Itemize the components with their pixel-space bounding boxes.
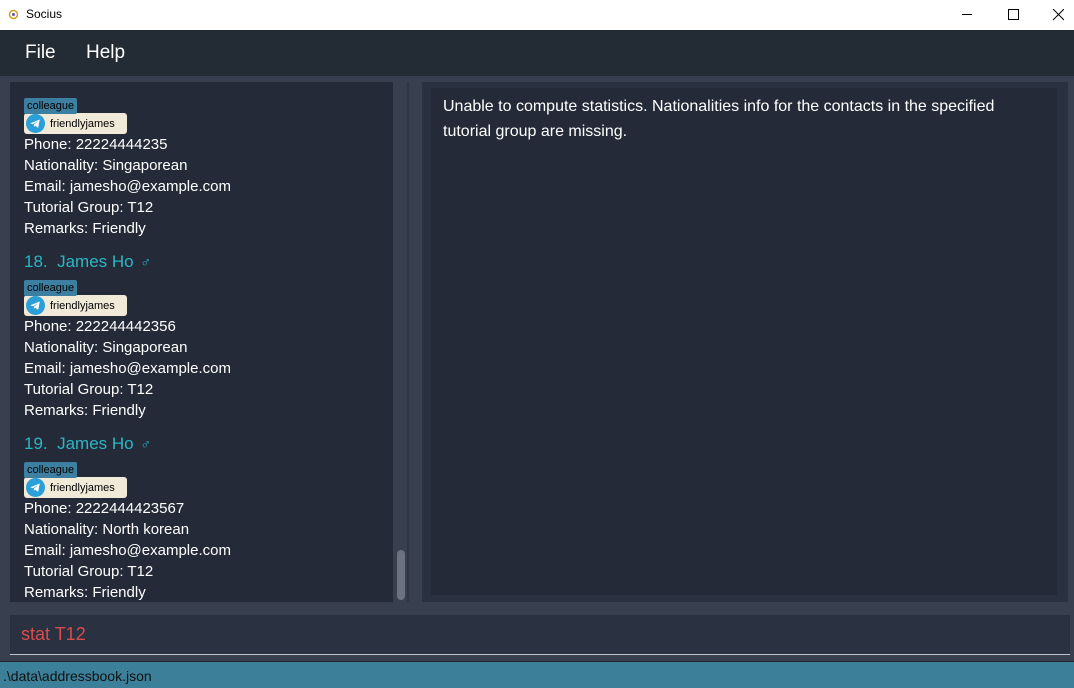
telegram-badge[interactable]: friendlyjames [24,477,127,498]
scrollbar-thumb[interactable] [397,550,405,600]
contact-phone: Phone: 22224444235 [24,136,168,153]
command-input[interactable]: stat T12 [10,615,1070,655]
minimize-button[interactable] [944,0,990,30]
telegram-icon [26,478,45,497]
contact-remarks: Remarks: Friendly [24,584,146,601]
telegram-handle: friendlyjames [50,481,115,494]
male-icon: ♂ [140,436,151,452]
contact-card[interactable]: 18. James Ho ♂ colleague friendlyjames P… [24,248,231,421]
telegram-icon [26,114,45,133]
telegram-handle: friendlyjames [50,299,115,312]
contact-list-panel[interactable]: colleague friendlyjames Phone: 222244442… [10,82,393,602]
contact-email: Email: jamesho@example.com [24,360,231,377]
contact-name: James Ho [57,434,134,453]
contact-tag: colleague [24,462,78,478]
contact-card[interactable]: colleague friendlyjames Phone: 222244442… [24,94,231,239]
command-area: stat T12 [0,607,1074,661]
result-display: Unable to compute statistics. Nationalit… [431,88,1057,595]
command-text: stat T12 [21,624,86,644]
contact-phone: Phone: 222244442356 [24,318,176,335]
telegram-badge[interactable]: friendlyjames [24,295,127,316]
contact-email: Email: jamesho@example.com [24,178,231,195]
contact-index: 18. [24,252,48,271]
contact-tutorial-group: Tutorial Group: T12 [24,563,154,580]
telegram-icon [26,296,45,315]
menu-bar: File Help [0,30,1074,76]
menu-help[interactable]: Help [86,42,125,64]
result-panel: Unable to compute statistics. Nationalit… [422,82,1068,602]
contact-header: 18. James Ho ♂ [24,248,231,276]
contact-list-scrollbar[interactable] [396,82,406,602]
result-message: Unable to compute statistics. Nationalit… [443,98,995,140]
data-file-path: .\data\addressbook.json [3,668,152,684]
male-icon: ♂ [140,254,151,270]
contact-tutorial-group: Tutorial Group: T12 [24,381,154,398]
contact-nationality: Nationality: Singaporean [24,157,188,174]
contact-remarks: Remarks: Friendly [24,402,146,419]
panel-divider[interactable] [407,82,409,602]
contact-name: James Ho [57,252,134,271]
telegram-handle: friendlyjames [50,117,115,130]
contact-remarks: Remarks: Friendly [24,220,146,237]
contact-email: Email: jamesho@example.com [24,542,231,559]
status-bar: .\data\addressbook.json [0,661,1074,688]
contact-phone: Phone: 2222444423567 [24,500,185,517]
contact-nationality: Nationality: North korean [24,521,190,538]
maximize-icon [1008,9,1019,20]
contact-tag: colleague [24,280,78,296]
contact-tutorial-group: Tutorial Group: T12 [24,199,154,216]
main-area: colleague friendlyjames Phone: 222244442… [0,76,1074,607]
contact-header: 19. James Ho ♂ [24,430,231,458]
minimize-icon [962,14,972,15]
app-icon [8,9,19,20]
close-icon [1052,9,1064,21]
maximize-button[interactable] [990,0,1036,30]
contact-card[interactable]: 19. James Ho ♂ colleague friendlyjames P… [24,430,231,602]
telegram-badge[interactable]: friendlyjames [24,113,127,134]
menu-file[interactable]: File [25,42,56,64]
contact-tag: colleague [24,98,78,114]
window-title: Socius [26,7,63,21]
window-titlebar: Socius [0,0,1074,30]
contact-index: 19. [24,434,48,453]
close-button[interactable] [1035,0,1074,30]
contact-nationality: Nationality: Singaporean [24,339,188,356]
